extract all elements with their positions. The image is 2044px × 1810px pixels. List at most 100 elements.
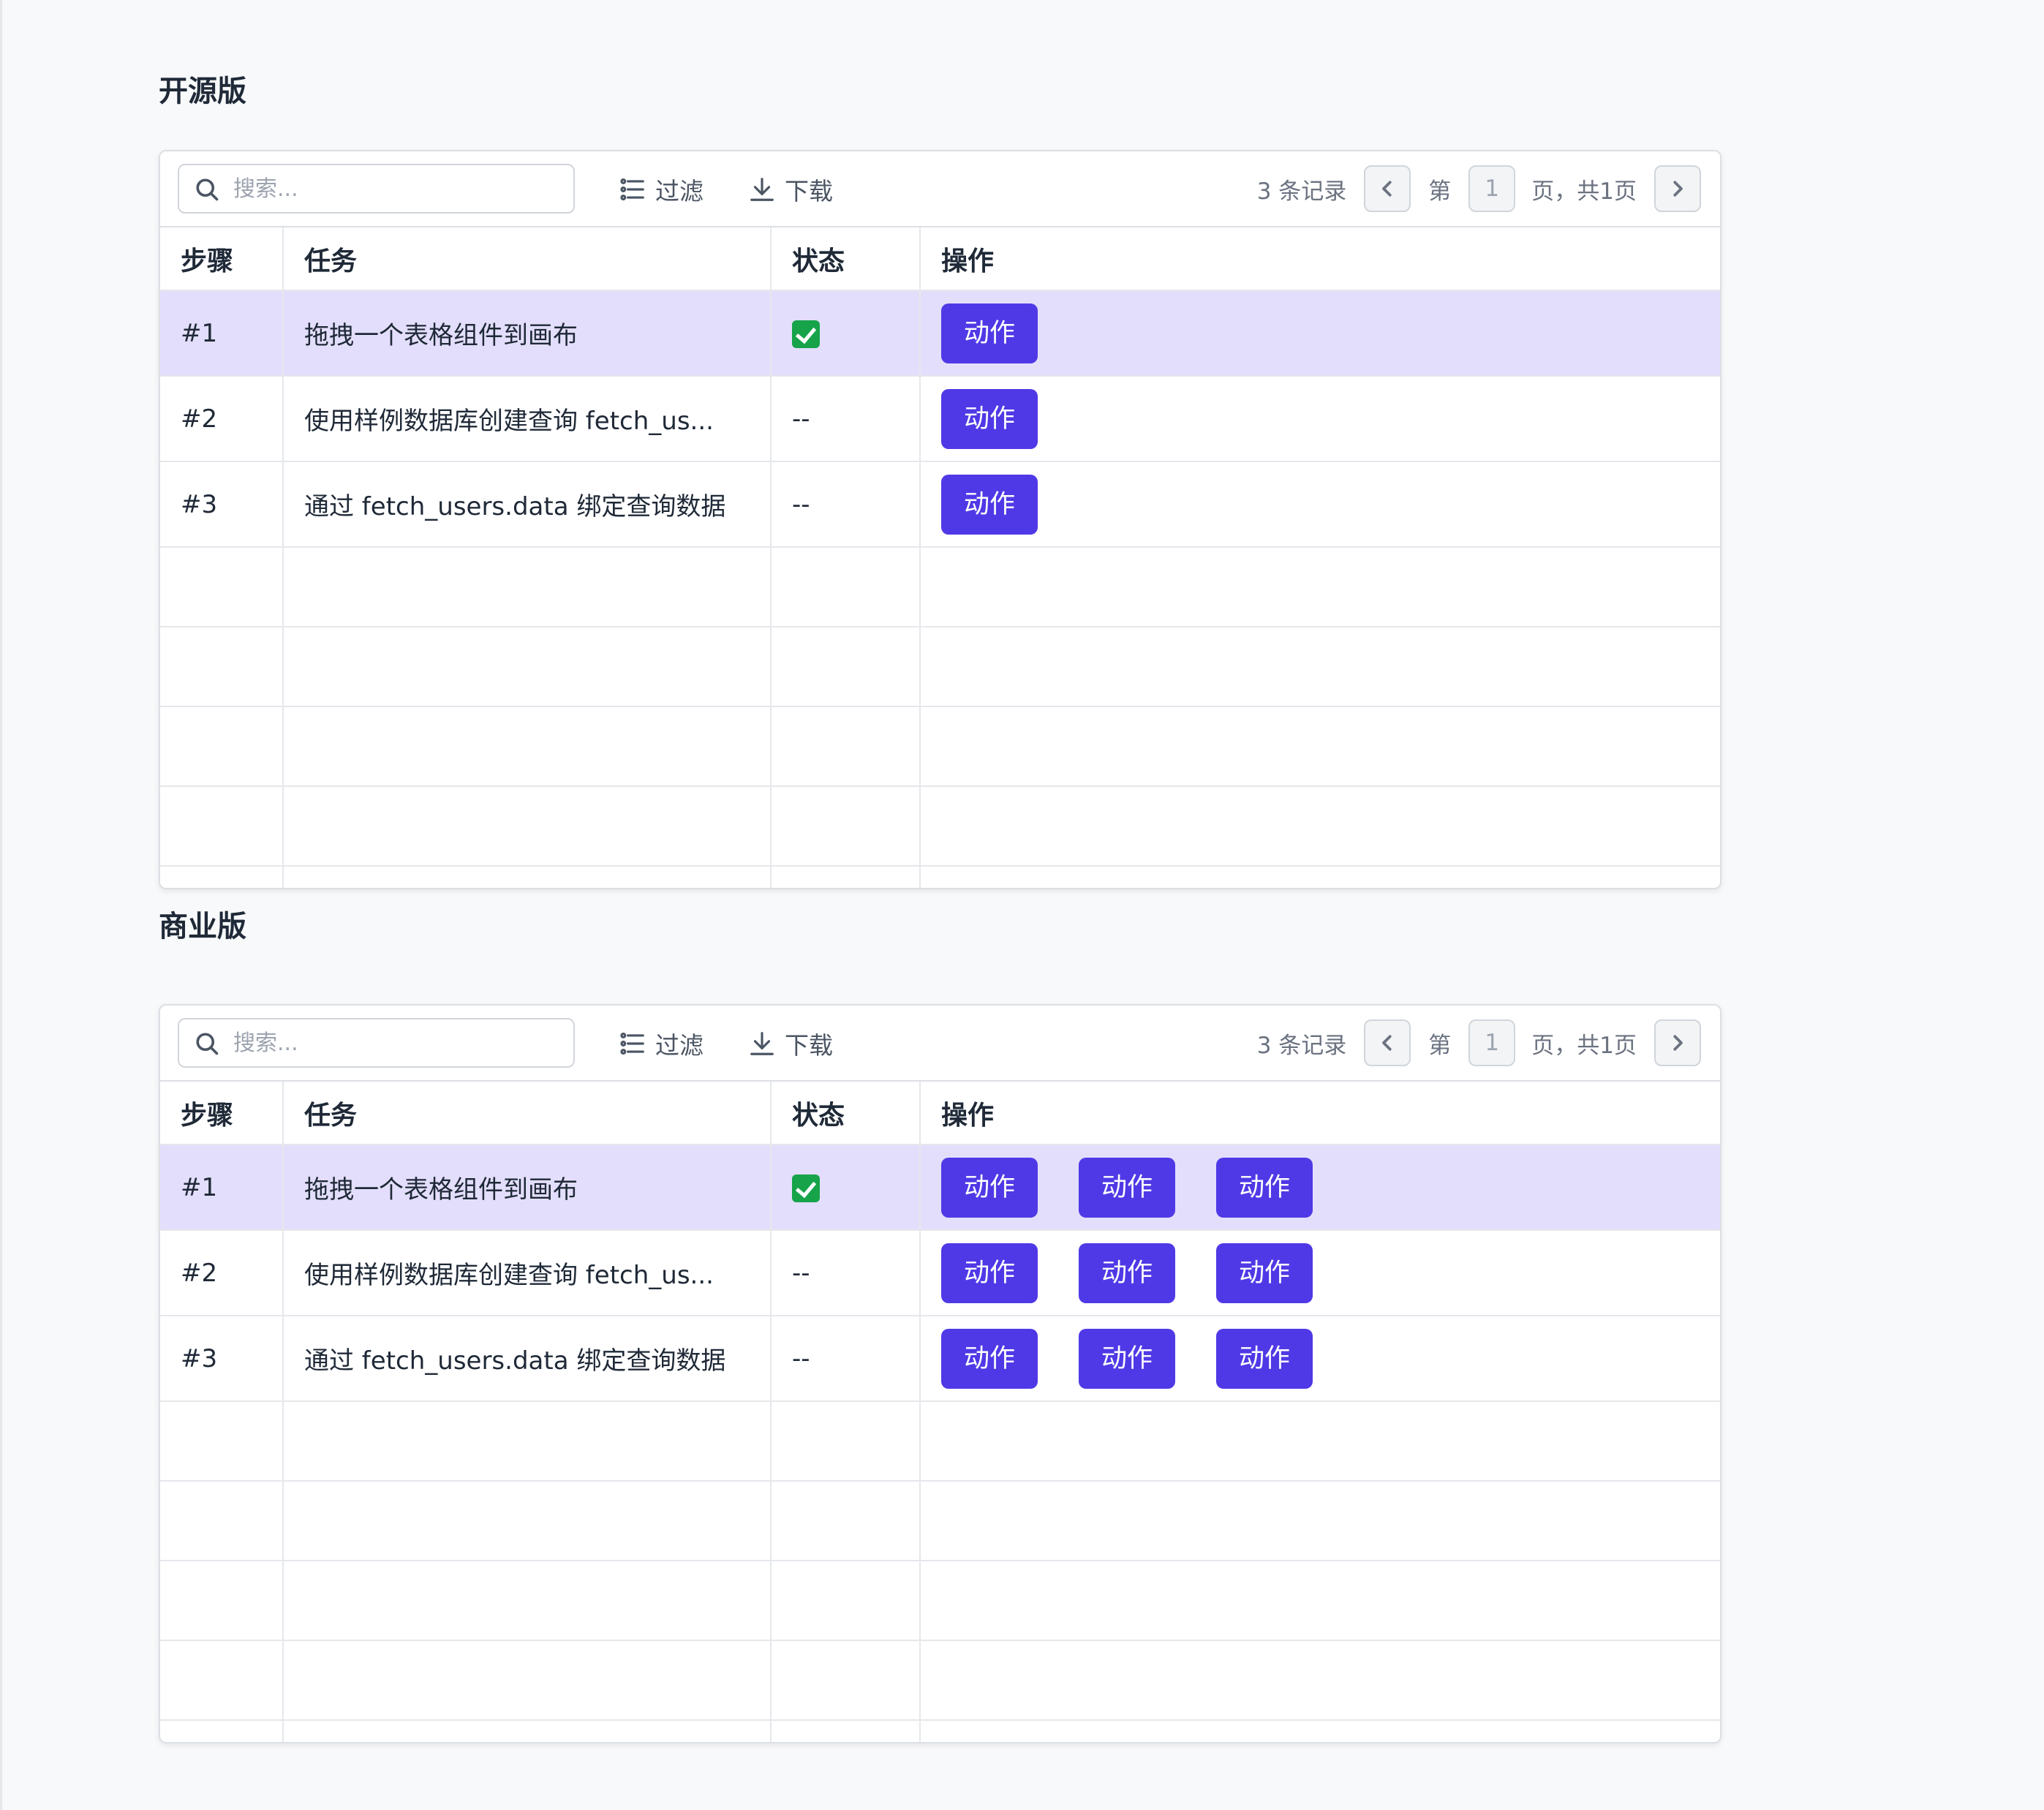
action-button[interactable]: 动作	[1079, 1243, 1175, 1303]
prev-page-button[interactable]	[1364, 165, 1411, 212]
download-button[interactable]: 下载	[748, 1023, 833, 1064]
action-button[interactable]: 动作	[941, 474, 1038, 535]
action-button[interactable]: 动作	[941, 1157, 1038, 1218]
empty-row	[160, 547, 1720, 627]
column-header-task[interactable]: 任务	[283, 227, 772, 291]
empty-cell	[283, 786, 772, 867]
record-count: 3 条记录	[1256, 178, 1347, 205]
cell-status: --	[771, 1230, 921, 1316]
check-icon	[792, 1174, 820, 1202]
cell-status: --	[771, 1316, 921, 1402]
empty-cell	[160, 1720, 284, 1742]
empty-cell	[771, 1481, 921, 1561]
empty-cell	[160, 1561, 284, 1641]
cell-task: 使用样例数据库创建查询 fetch_us...	[283, 376, 772, 462]
column-header-task[interactable]: 任务	[283, 1082, 772, 1145]
next-page-button[interactable]	[1654, 1019, 1701, 1066]
cell-task: 通过 fetch_users.data 绑定查询数据	[283, 1316, 772, 1402]
action-button[interactable]: 动作	[1079, 1328, 1175, 1389]
table-row[interactable]: #1 拖拽一个表格组件到画布 动作	[160, 290, 1720, 377]
cell-status	[771, 290, 921, 377]
empty-cell	[160, 1401, 284, 1482]
data-table: 步骤 任务 状态 操作 #1 拖拽一个表格组件到画布 动作 #2 使用样例数据库…	[160, 227, 1720, 888]
empty-row	[160, 627, 1720, 707]
search-icon	[196, 1033, 219, 1055]
action-button[interactable]: 动作	[941, 1243, 1038, 1303]
empty-cell	[771, 706, 921, 787]
empty-cell	[283, 1401, 772, 1482]
cell-step: #3	[160, 461, 284, 548]
empty-cell	[160, 706, 284, 787]
empty-row	[160, 866, 1720, 888]
column-header-step[interactable]: 步骤	[160, 227, 284, 291]
cell-step: #3	[160, 1316, 284, 1402]
cell-actions: 动作	[920, 376, 1720, 462]
cell-step: #2	[160, 376, 284, 462]
empty-cell	[771, 866, 921, 888]
check-icon	[792, 320, 820, 348]
action-button[interactable]: 动作	[941, 303, 1038, 363]
search-input[interactable]	[233, 171, 555, 206]
table-row[interactable]: #2 使用样例数据库创建查询 fetch_us... -- 动作	[160, 376, 1720, 462]
section-title-open-source: 开源版	[159, 75, 246, 108]
filter-button[interactable]: 过滤	[619, 1023, 704, 1064]
table-row[interactable]: #2 使用样例数据库创建查询 fetch_us... -- 动作 动作 动作	[160, 1230, 1720, 1316]
empty-cell	[283, 1640, 772, 1721]
page-number-input[interactable]: 1	[1468, 1019, 1516, 1066]
table-header-row: 步骤 任务 状态 操作	[160, 227, 1720, 291]
empty-cell	[920, 786, 1720, 867]
empty-row	[160, 1481, 1720, 1561]
prev-page-button[interactable]	[1364, 1019, 1411, 1066]
empty-cell	[160, 866, 284, 888]
empty-cell	[283, 1720, 772, 1742]
filter-button[interactable]: 过滤	[619, 169, 704, 210]
empty-cell	[920, 1401, 1720, 1482]
table-open-source: 过滤 下载 3 条记录 第 1 页，共1页 步骤 任务 状态 操作	[159, 150, 1721, 889]
action-button[interactable]: 动作	[941, 1328, 1038, 1389]
cell-actions: 动作 动作 动作	[920, 1145, 1720, 1231]
search-box[interactable]	[178, 1018, 575, 1068]
cell-actions: 动作 动作 动作	[920, 1316, 1720, 1402]
empty-row	[160, 786, 1720, 867]
next-page-button[interactable]	[1654, 165, 1701, 212]
cell-step: #1	[160, 1145, 284, 1231]
empty-cell	[920, 1720, 1720, 1742]
table-header-row: 步骤 任务 状态 操作	[160, 1082, 1720, 1145]
column-header-actions[interactable]: 操作	[920, 1082, 1720, 1145]
cell-status	[771, 1145, 921, 1231]
search-box[interactable]	[178, 164, 575, 214]
chevron-right-icon	[1673, 181, 1683, 197]
empty-cell	[771, 1561, 921, 1641]
action-button[interactable]: 动作	[1216, 1157, 1313, 1218]
table-row[interactable]: #3 通过 fetch_users.data 绑定查询数据 -- 动作	[160, 461, 1720, 548]
empty-cell	[771, 1401, 921, 1482]
download-button[interactable]: 下载	[748, 169, 833, 210]
cell-actions: 动作	[920, 461, 1720, 548]
empty-cell	[160, 1481, 284, 1561]
action-button[interactable]: 动作	[1216, 1243, 1313, 1303]
chevron-left-icon	[1382, 1035, 1392, 1051]
empty-cell	[920, 1640, 1720, 1721]
action-button[interactable]: 动作	[1079, 1157, 1175, 1218]
page-total: 页，共1页	[1531, 1032, 1637, 1059]
filter-label: 过滤	[655, 177, 704, 205]
empty-cell	[920, 1561, 1720, 1641]
page-number-input[interactable]: 1	[1468, 165, 1516, 212]
page-prefix: 第	[1428, 1032, 1452, 1059]
column-header-actions[interactable]: 操作	[920, 227, 1720, 291]
column-header-step[interactable]: 步骤	[160, 1082, 284, 1145]
action-button[interactable]: 动作	[1216, 1328, 1313, 1389]
table-row[interactable]: #3 通过 fetch_users.data 绑定查询数据 -- 动作 动作 动作	[160, 1316, 1720, 1402]
search-input[interactable]	[233, 1025, 555, 1060]
pagination: 3 条记录 第 1 页，共1页	[1257, 164, 1701, 214]
cell-task: 拖拽一个表格组件到画布	[283, 1145, 772, 1231]
column-header-status[interactable]: 状态	[771, 1082, 921, 1145]
page-prefix: 第	[1428, 178, 1452, 205]
cell-status: --	[771, 461, 921, 548]
cell-step: #2	[160, 1230, 284, 1316]
pagination: 3 条记录 第 1 页，共1页	[1257, 1018, 1701, 1068]
action-button[interactable]: 动作	[941, 388, 1038, 449]
column-header-status[interactable]: 状态	[771, 227, 921, 291]
empty-cell	[771, 547, 921, 627]
table-row[interactable]: #1 拖拽一个表格组件到画布 动作 动作 动作	[160, 1145, 1720, 1231]
